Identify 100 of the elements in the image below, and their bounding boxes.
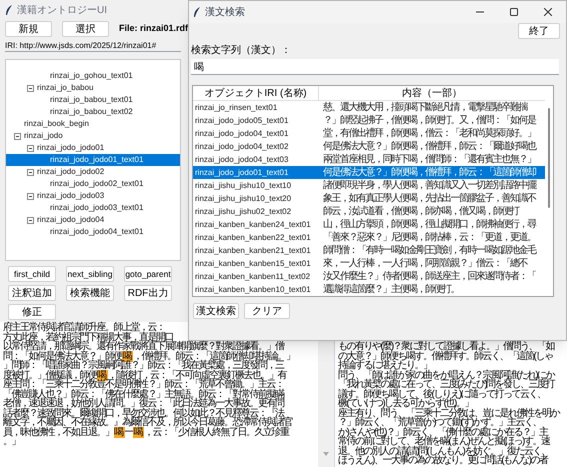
table-cell-text: 何是佛法大意？」師便喝，僧禮拜，師云：「爾道好喝也 [322, 140, 537, 153]
tree-item[interactable]: rinzai_jodo_jodo01 [37, 142, 104, 154]
table-cell-text: rinzai_jodo_jodo05_text01 [194, 115, 290, 127]
text-line: ほうえん)、一大事の為の故なり。更に問話(もんな)の者 [338, 456, 549, 466]
table-row[interactable]: rinzai_kanben_kanben11_text02 汝又作麼生？」侍者便喝，師送座主，回來遂問侍者：「 [193, 270, 545, 283]
table-cell-text: 堂，有僧出禮拜，師便喝，僧云：「老和尚莫探頭好。」 [322, 127, 536, 140]
toolbar-button[interactable]: 選択 [62, 20, 109, 36]
search-label: 検索文字列（漢文）： [191, 45, 292, 57]
close-icon[interactable] [544, 8, 552, 16]
text-line: ？」師云く、「荒草曾(か)つて鋤(す)かず。」主云く、 [338, 418, 541, 428]
table-row[interactable]: rinzai_kanben_kanben15_text01 來，一人行棒，一人行喝，阿那箇親？」僧云：「總不 [193, 257, 545, 270]
text-span: 座主問：「三乘十二分敎豈不是明佛性？」師云：「荒草不曾鋤。」主云： [3, 379, 284, 390]
table-cell-text: 象王，如有真正學人便喝，先拈出一箇膠盆子，善知識不 [322, 192, 537, 205]
text-span: 府主王常侍與諸官請師升座。師上堂，云： [3, 322, 164, 333]
table-row[interactable]: rinzai_kanben_kanben21_text01 師問僧：「有時一喝如金剛王寶劍，有時一喝如踞地金毛 [193, 244, 545, 257]
table-row[interactable]: rinzai_jishu_jishu10_text20 象王，如有真正學人便喝，先拈出一箇膠盆子，善知識不 [193, 192, 545, 205]
action-button[interactable]: 注釈追加 [8, 285, 56, 301]
collapse-icon[interactable] [27, 144, 34, 152]
table-row[interactable]: rinzai_jodo_jodo04_text03 兩堂首座相見，同時下喝，僧問師：「還有賓主也無？」 [193, 153, 545, 166]
action-button[interactable]: 検索機能 [66, 285, 114, 301]
text-line: 退。他の別人の請(請)問(しんもん)を妨ぐ。」復た云く、 [338, 446, 550, 456]
table-cell-text: rinzai_kanben_kanben24_text01 [194, 219, 312, 231]
table-cell-text: rinzai_jodo_jodo04_text02 [194, 141, 290, 153]
text-span: 員，昧他佛性，不如且退。」 [3, 426, 114, 438]
table-cell-text: 師云，汝試道看，僧便喝，師亦喝，僧又喝，師便打 [322, 205, 520, 218]
column-header[interactable]: 内容（一部） [319, 86, 545, 100]
tree-item[interactable]: rinzai_jodo_jodo03 [37, 190, 104, 202]
action-button[interactable]: next_sibling [66, 266, 114, 282]
dialog-button[interactable]: 漢文検索 [193, 303, 239, 319]
highlighted-word: 喝 [133, 426, 144, 438]
dialog-title: 漢文検索 [205, 6, 245, 20]
action-button[interactable]: RDF出力 [124, 285, 172, 301]
maximize-icon[interactable] [510, 8, 518, 16]
tree-item[interactable]: rinzai_jodo_jodo04_text01 [50, 226, 144, 238]
table-cell-text: rinzai_jishu_jishu10_text20 [194, 193, 292, 205]
table-row[interactable]: rinzai_jodo_jodo04_text01 堂，有僧出禮拜，師便喝，僧云：「老和尚莫探頭好。」 [193, 127, 545, 140]
text-line: か)さんや(也)？」師云く、「佛什麼の處にか在る？」主 [338, 428, 548, 437]
tree-item[interactable]: rinzai_jo_gohou_text01 [50, 70, 133, 82]
text-line: の大意？」師便ち喝す。僧禮拜す。師云く、「這箇(しゃ [338, 352, 554, 361]
table-cell-text: 何是佛法大意？」師便喝，僧禮拜，師云：「這箇師僧却 [322, 166, 537, 179]
text-span: ，隨後打，云：「不可向虛空裏釘橛去也。」有 [108, 370, 286, 380]
search-field[interactable]: 喝 [191, 59, 559, 75]
collapse-icon[interactable] [27, 168, 34, 176]
table-cell-text: 慈、還大機大用，擡頭喝下斷絕凡情，電擊星馳卒難揣 [322, 101, 528, 114]
text-line: もの有りや(麼)？衆に對して證據し看よ。」僧問う、「如 [338, 342, 556, 352]
table-cell-text: 汝又作麼生？」侍者便喝，師送座主，回來遂問侍者：「 [322, 270, 537, 283]
column-header[interactable]: オブジェクトIRI (名称) [193, 86, 319, 100]
toolbar-button[interactable]: 新規 [5, 20, 52, 36]
dialog-button[interactable]: クリア [244, 303, 290, 319]
table-cell-text: 兩堂首座相見，同時下喝，僧問師：「還有賓主也無？」 [322, 153, 536, 166]
table-cell-text: 來，一人行棒，一人行喝，阿那箇親？」僧云：「總不 [322, 257, 528, 270]
text-span: 。」 [3, 436, 20, 447]
table-cell-text: 還識得這箇麼？」主便喝，師便打。 [322, 283, 460, 296]
highlighted-word: 喝 [114, 426, 124, 438]
kanbun-text-area[interactable] [0, 322, 318, 467]
collapse-icon[interactable] [27, 84, 34, 92]
table-row[interactable]: rinzai_kanben_kanben24_text01 山，徑山方擧頭，師便喝，徑山擬開口，師拂袖便行，尋 [193, 218, 545, 231]
table-cell-text: rinzai_jishu_jishu02_text02 [194, 206, 292, 218]
table-row[interactable]: rinzai_jodo_jodo01_text01 何是佛法大意？」師便喝，僧禮拜，師云：「這箇師僧却 [193, 166, 545, 179]
table-row[interactable]: rinzai_kanben_kanben22_text01 「善來？惡來？」尼便喝，師拈棒，云：「更道，更道。 [193, 231, 545, 244]
collapse-icon[interactable] [27, 216, 34, 224]
tree-item[interactable]: rinzai_jodo_jodo02_text01 [50, 178, 144, 190]
table-cell-text: 諸便即現半身，學人便喝，善知識又入一切差別語路中擺 [322, 179, 537, 192]
collapse-icon[interactable] [14, 132, 21, 140]
table-cell-text: rinzai_jo_rinsen_text01 [194, 102, 278, 114]
table-cell-text: rinzai_kanben_kanben10_text01 [194, 284, 312, 296]
file-label: File: rinzai01.rdf [119, 22, 188, 35]
tree-item[interactable]: rinzai_jodo_jodo03_text01 [50, 202, 144, 214]
table-row[interactable]: rinzai_jishu_jishu02_text02 師云，汝試道看，僧便喝，師亦喝，僧又喝，師便打 [193, 205, 545, 218]
text-line: 議す。師便ち喝して、後(しりえ)に隨って打って云く、 [338, 390, 547, 399]
action-button[interactable]: first_child [8, 266, 56, 282]
action-button[interactable]: 修正 [8, 304, 56, 320]
text-span: 離文字，不屬因、不在緣故。』為爾信不及，所以今日葛藤。恐滯常侍與諸官 [3, 417, 292, 428]
tree-item[interactable]: rinzai_book_begin [24, 118, 89, 130]
window-title: 漢籍オントロジーUI [17, 4, 107, 18]
table-row[interactable]: rinzai_jishu_jishu10_text10 諸便即現半身，學人便喝，善知識又入一切差別語路中擺 [193, 179, 545, 192]
text-line: 橛(ていけつ)し去る可からず(也)。」 [338, 399, 473, 408]
close-button[interactable]: 終了 [518, 23, 560, 39]
tree-item[interactable]: rinzai_jodo_jodo04 [37, 214, 104, 226]
table-cell-text: rinzai_jodo_jodo04_text01 [194, 128, 290, 140]
tree-item[interactable]: rinzai_jo_babou_text01 [50, 94, 133, 106]
table-cell-text: rinzai_kanben_kanben15_text01 [194, 258, 312, 270]
table-row[interactable]: rinzai_jodo_jodo05_text01 ？」師竪起拂子，僧便喝，師便打。又，僧問：「如何是 [193, 114, 545, 127]
collapse-icon[interactable] [27, 192, 34, 200]
text-span: 」問師：「唱誰家曲？宗風嗣阿誰？」師云：「我在黃檗處，三度發問，三 [3, 360, 284, 371]
tree-item[interactable]: rinzai_jodo [24, 130, 63, 142]
text-line: 持論するに堪えたり。」 [338, 361, 432, 370]
table-cell-text: rinzai_kanben_kanben22_text01 [194, 232, 312, 244]
table-cell-text: 「善來？惡來？」尼便喝，師拈棒，云：「更道，更道。 [322, 231, 536, 244]
iri-label: IRI: http://www.jsds.com/2025/12/rinzai01# [5, 41, 181, 52]
action-button[interactable]: goto_parent [124, 266, 172, 282]
feather-icon [5, 4, 13, 16]
tree-item[interactable]: rinzai_jo_babou [37, 82, 94, 94]
text-span: 老僧，速退速退，妨他別人請問。」復云：「此日法筵為一大事故。更有問 [3, 398, 284, 409]
highlighted-word: 喝 [96, 370, 108, 380]
table-row[interactable]: rinzai_jodo_jodo04_text02 何是佛法大意？」師便喝，僧禮拜，師云：「爾道好喝也 [193, 140, 545, 153]
tree-item[interactable]: rinzai_jodo_jodo02 [37, 166, 104, 178]
table-row[interactable]: rinzai_jo_rinsen_text01 慈、還大機大用，擡頭喝下斷絕凡情，電擊星馳卒難揣 [193, 101, 545, 114]
tree-item[interactable]: rinzai_jo_babou_text02 [50, 106, 133, 118]
table-row[interactable]: rinzai_kanben_kanben10_text01 還識得這箇麼？」主便喝，師便打。 [193, 283, 545, 296]
